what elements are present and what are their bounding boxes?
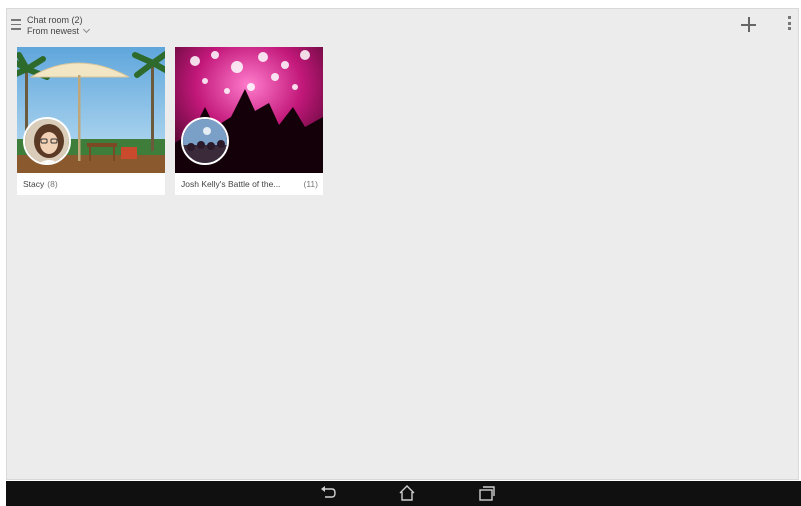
- chat-room-card[interactable]: Stacy (8): [17, 47, 165, 195]
- plus-icon[interactable]: [740, 16, 758, 34]
- sort-label: From newest: [27, 26, 80, 36]
- chevron-down-icon: [82, 25, 91, 34]
- message-count: (8): [47, 179, 58, 189]
- action-bar: Chat room (2) From newest: [7, 9, 798, 43]
- sort-dropdown[interactable]: From newest: [27, 25, 91, 37]
- title-block: Chat room (2) From newest: [27, 15, 91, 37]
- room-cover-image: [17, 47, 165, 173]
- message-count: (11): [303, 179, 319, 189]
- more-vert-icon[interactable]: [787, 16, 793, 34]
- room-cover-image: [175, 47, 323, 173]
- app-screen: Chat room (2) From newest Stacy (8) Josh…: [6, 8, 799, 480]
- back-icon[interactable]: [319, 485, 337, 501]
- chat-room-card[interactable]: Josh Kelly's Battle of the... (11): [175, 47, 323, 195]
- room-label: Josh Kelly's Battle of the... (11): [175, 173, 323, 195]
- home-icon[interactable]: [398, 485, 416, 501]
- room-name: Josh Kelly's Battle of the...: [181, 179, 281, 189]
- avatar: [23, 117, 71, 165]
- recents-icon[interactable]: [478, 485, 496, 501]
- room-label: Stacy (8): [17, 173, 165, 195]
- page-title: Chat room (2): [27, 15, 83, 25]
- room-name: Stacy: [23, 179, 45, 189]
- menu-icon[interactable]: [11, 19, 21, 31]
- avatar: [181, 117, 229, 165]
- system-nav-bar: [6, 481, 801, 506]
